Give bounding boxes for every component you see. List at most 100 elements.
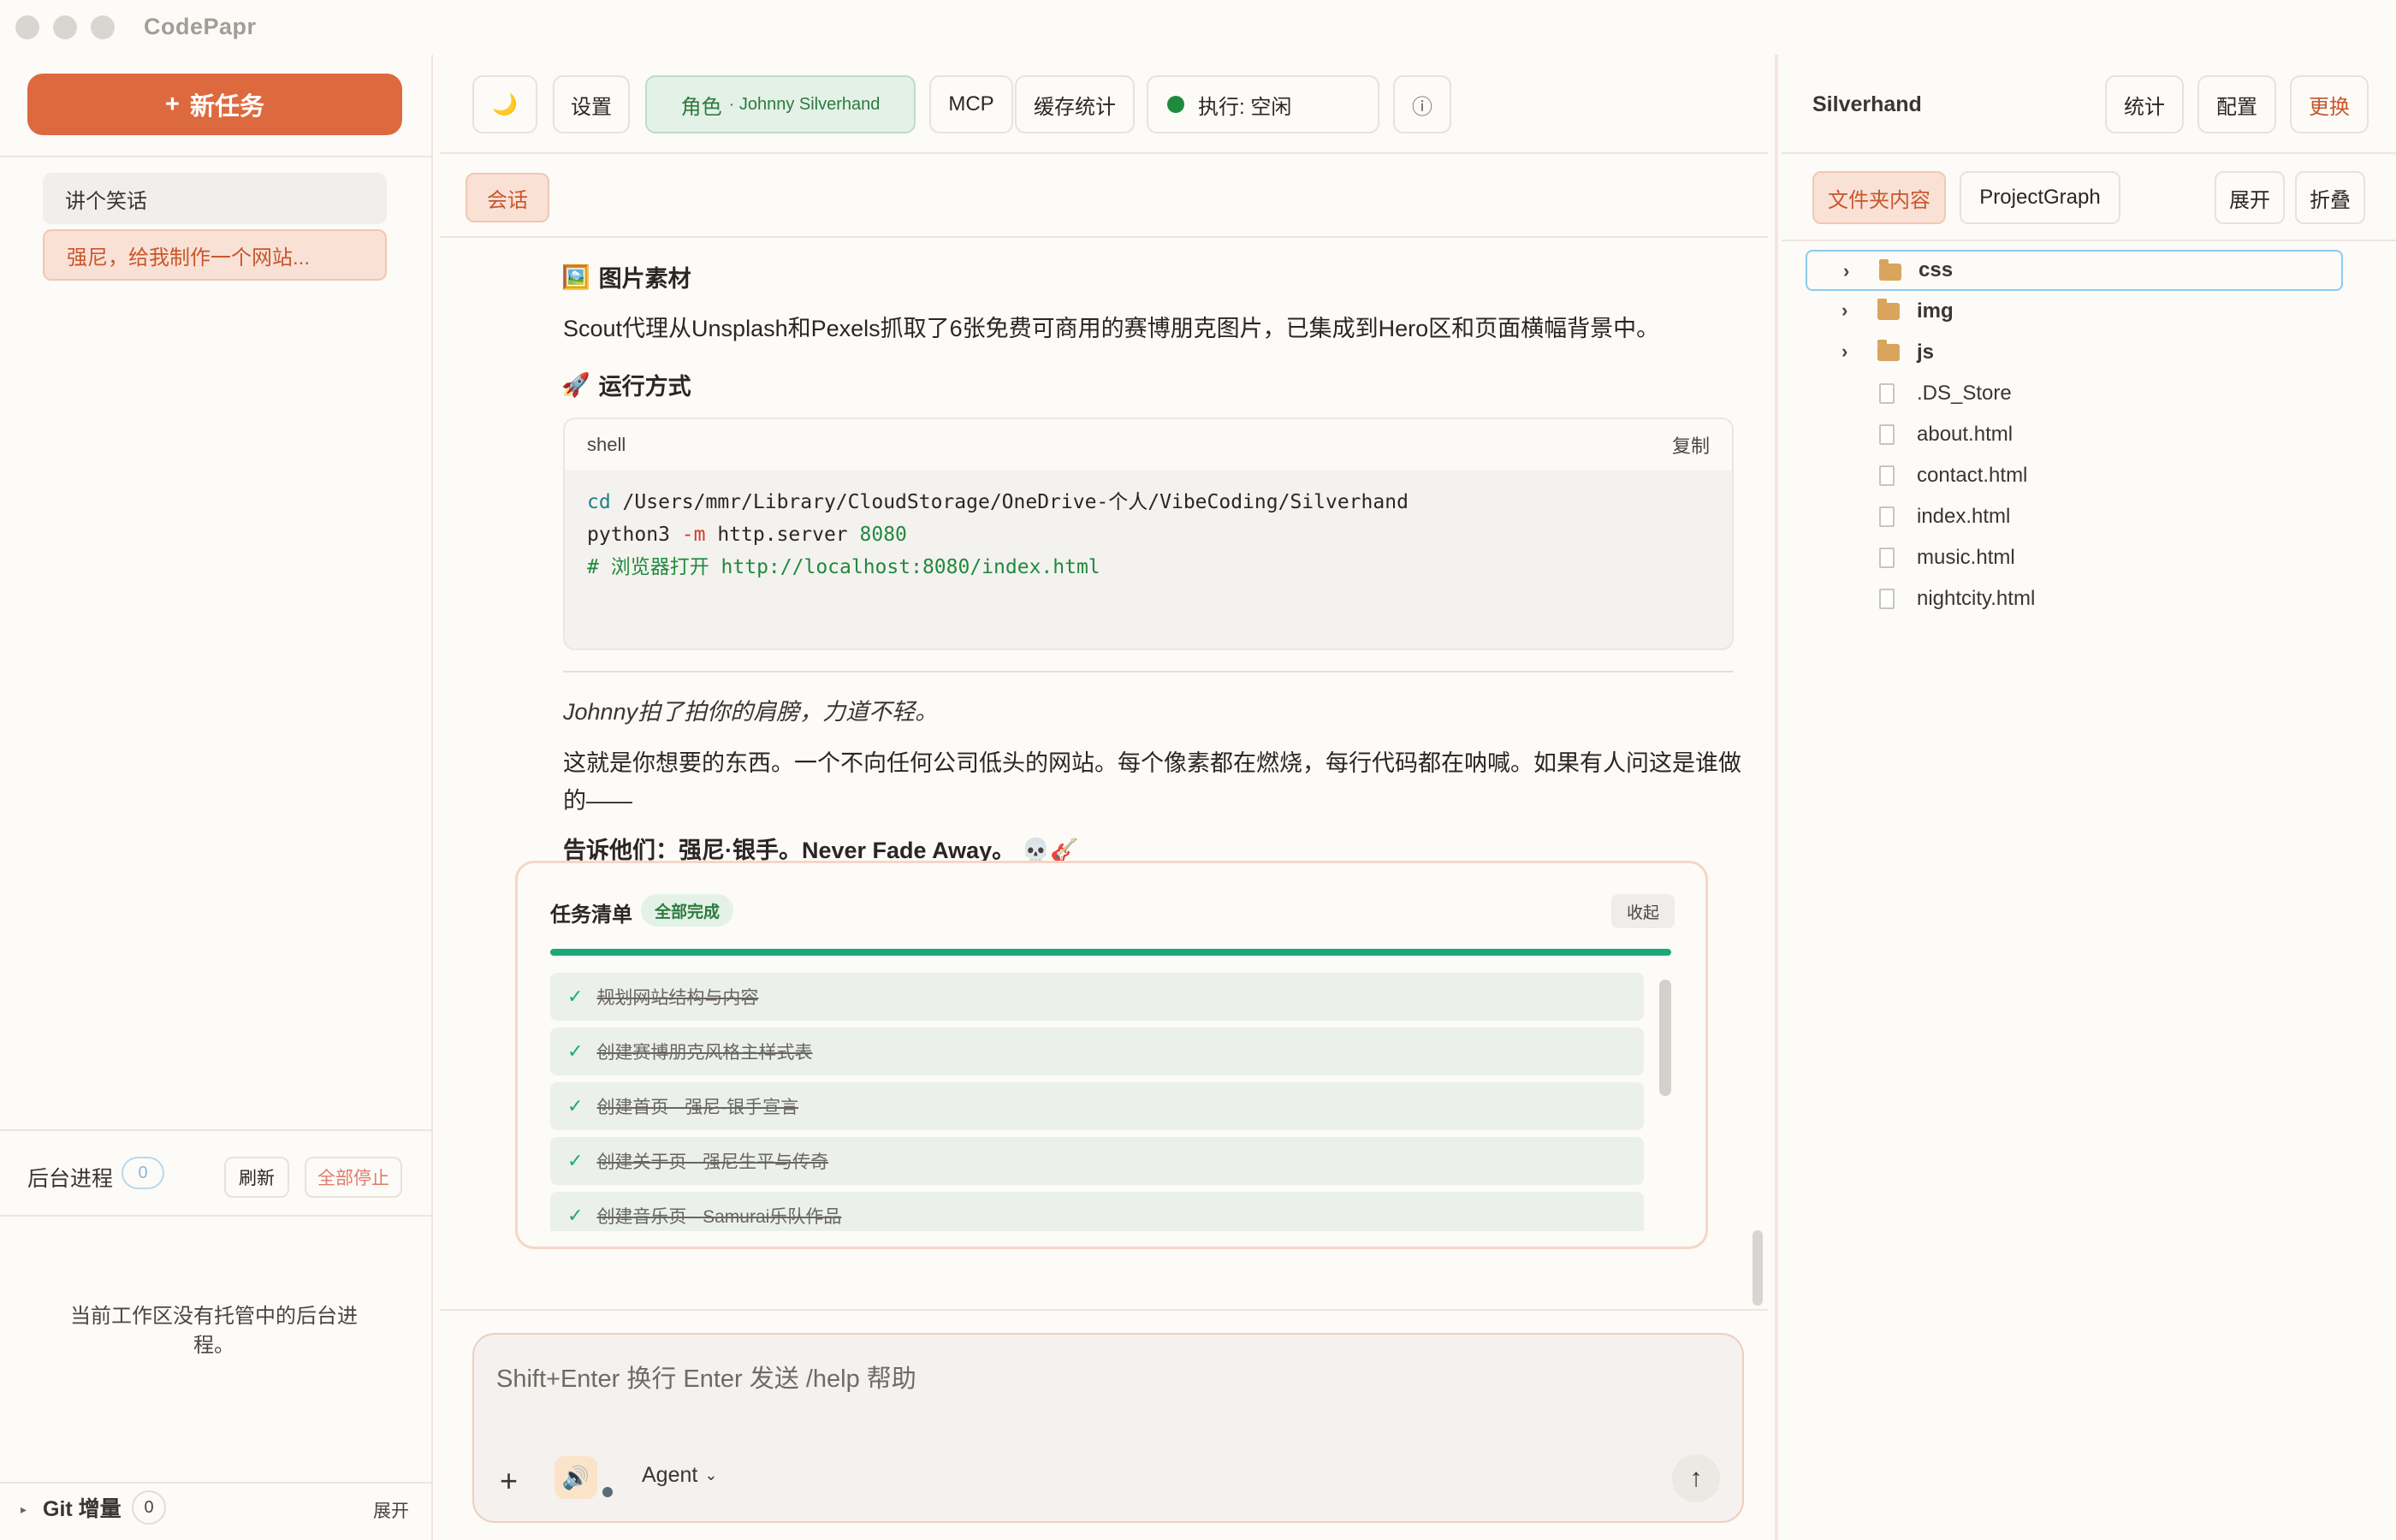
chevron-right-icon[interactable]: › <box>1841 341 1847 363</box>
task-list[interactable]: ✓ 规划网站结构与内容 ✓ 创建赛博朋克风格主样式表 ✓ 创建首页 - 强尼·银手宣言 ✓ 创… <box>550 973 1644 1231</box>
tree-file[interactable]: music.html <box>1823 537 2396 578</box>
task-list-item: ✓ 创建首页 - 强尼·银手宣言 <box>550 1082 1644 1130</box>
status-badge: 全部完成 <box>641 894 734 927</box>
chevron-right-icon[interactable]: › <box>1843 260 1849 282</box>
expand-all-button[interactable]: 展开 <box>2215 171 2285 224</box>
code-token: http.server <box>705 524 860 546</box>
file-icon <box>1879 548 1895 568</box>
sidebar: + 新任务 讲个笑话 强尼，给我制作一个网站... 后台进程 0 刷新 全部停止… <box>0 55 433 1540</box>
input-placeholder: Shift+Enter 换行 Enter 发送 /help 帮助 <box>496 1365 916 1393</box>
tab-session[interactable]: 会话 <box>466 173 549 222</box>
file-icon <box>1879 589 1895 609</box>
tree-file[interactable]: contact.html <box>1823 455 2396 496</box>
tree-folder[interactable]: › css <box>1806 250 2343 291</box>
tree-file[interactable]: .DS_Store <box>1823 373 2396 414</box>
speaker-icon[interactable]: 🔊 <box>555 1456 597 1499</box>
info-icon[interactable]: ⓘ <box>1393 75 1451 133</box>
collapse-button[interactable]: 收起 <box>1611 894 1675 928</box>
check-icon: ✓ <box>567 986 584 1007</box>
tree-file[interactable]: index.html <box>1823 496 2396 537</box>
execution-status[interactable]: 执行: 空闲 <box>1147 75 1379 133</box>
plus-icon[interactable]: + <box>500 1463 518 1499</box>
tree-file[interactable]: nightcity.html <box>1823 578 2396 619</box>
panel-divider[interactable] <box>1775 55 1778 1540</box>
task-item-active[interactable]: 强尼，给我制作一个网站... <box>43 229 387 281</box>
divider <box>0 156 431 157</box>
progress-fill <box>550 949 1671 956</box>
rocket-icon: 🚀 <box>561 371 590 398</box>
stop-all-button[interactable]: 全部停止 <box>305 1157 402 1198</box>
scrollbar[interactable] <box>1659 980 1671 1096</box>
check-icon: ✓ <box>567 1205 584 1226</box>
task-list-title: 任务清单 <box>550 903 632 927</box>
divider <box>1782 152 2396 154</box>
tab-folder-content[interactable]: 文件夹内容 <box>1812 171 1946 224</box>
message-input[interactable]: Shift+Enter 换行 Enter 发送 /help 帮助 + 🔊 Age… <box>472 1333 1744 1523</box>
caret-right-icon[interactable]: ▸ <box>21 1502 27 1517</box>
task-list-card: 任务清单 全部完成 收起 ✓ 规划网站结构与内容 ✓ 创建赛博朋克风格主样式表 ✓ 创建首… <box>515 861 1708 1249</box>
new-task-label: 新任务 <box>189 93 264 121</box>
task-list-item: ✓ 创建赛博朋克风格主样式表 <box>550 1028 1644 1075</box>
tree-item-label: index.html <box>1917 505 2011 528</box>
zoom-window-button[interactable] <box>91 15 115 39</box>
tree-item-label: about.html <box>1917 423 2013 446</box>
chevron-down-icon: ⌄ <box>704 1466 718 1484</box>
images-heading-text: 图片素材 <box>598 266 691 292</box>
folder-icon <box>1877 299 1900 320</box>
replace-button[interactable]: 更换 <box>2290 75 2369 133</box>
role-label: 角色 <box>680 95 722 119</box>
code-language: shell <box>587 434 626 455</box>
divider <box>0 1129 431 1131</box>
git-expand-button[interactable]: 展开 <box>373 1497 409 1523</box>
chevron-right-icon[interactable]: › <box>1841 299 1847 322</box>
tree-item-label: contact.html <box>1917 464 2028 487</box>
collapse-all-button[interactable]: 折叠 <box>2295 171 2365 224</box>
tree-item-label: js <box>1917 341 1935 364</box>
divider <box>1782 240 2396 241</box>
divider <box>563 671 1734 672</box>
file-icon <box>1879 506 1895 527</box>
status-dot <box>602 1487 613 1497</box>
task-item[interactable]: 讲个笑话 <box>43 173 387 224</box>
tree-folder[interactable]: › img <box>1823 291 2396 332</box>
tree-item-label: music.html <box>1917 546 2015 569</box>
tree-file[interactable]: about.html <box>1823 414 2396 455</box>
git-diff-title[interactable]: Git 增量 <box>43 1492 122 1523</box>
minimize-window-button[interactable] <box>53 15 77 39</box>
plus-icon: + <box>165 90 180 118</box>
agent-select[interactable]: Agent ⌄ <box>642 1463 717 1488</box>
title-bar: CodePapr <box>0 0 2396 55</box>
tab-project-graph[interactable]: ProjectGraph <box>1960 171 2120 224</box>
config-button[interactable]: 配置 <box>2197 75 2276 133</box>
new-task-button[interactable]: + 新任务 <box>27 74 402 135</box>
moon-icon[interactable]: 🌙 <box>472 75 537 133</box>
mcp-button[interactable]: MCP <box>929 75 1013 133</box>
images-paragraph: Scout代理从Unsplash和Pexels抓取了6张免费可商用的赛博朋克图片… <box>563 316 1660 341</box>
progress-bar <box>550 949 1671 956</box>
refresh-button[interactable]: 刷新 <box>224 1157 289 1198</box>
file-icon <box>1879 383 1895 404</box>
role-name: · Johnny Silverhand <box>728 94 881 114</box>
send-button[interactable]: ↑ <box>1672 1454 1720 1502</box>
cache-stats-button[interactable]: 缓存统计 <box>1015 75 1135 133</box>
divider <box>440 152 1768 154</box>
folder-icon <box>1879 259 1901 281</box>
background-processes-title: 后台进程 <box>27 1167 114 1191</box>
code-block: shell 复制 cd /Users/mmr/Library/CloudStor… <box>563 418 1734 650</box>
stats-button[interactable]: 统计 <box>2105 75 2184 133</box>
app-title: CodePapr <box>144 14 257 39</box>
images-heading: 🖼️ 图片素材 <box>561 260 691 293</box>
italic-narration: Johnny拍了拍你的肩膀，力道不轻。 <box>563 699 939 725</box>
execution-status-label: 执行: 空闲 <box>1198 95 1292 119</box>
divider <box>0 1215 431 1217</box>
role-button[interactable]: 角色 · Johnny Silverhand <box>645 75 916 133</box>
close-window-button[interactable] <box>15 15 39 39</box>
picture-icon: 🖼️ <box>561 264 590 290</box>
tree-folder[interactable]: › js <box>1823 332 2396 373</box>
tree-item-label: .DS_Store <box>1917 382 2012 405</box>
settings-button[interactable]: 设置 <box>553 75 630 133</box>
copy-button[interactable]: 复制 <box>1672 431 1710 459</box>
tree-item-label: nightcity.html <box>1917 587 2036 610</box>
scrollbar[interactable] <box>1753 1230 1763 1306</box>
task-list-item-label: 创建音乐页 - Samurai乐队作品 <box>596 1207 842 1227</box>
